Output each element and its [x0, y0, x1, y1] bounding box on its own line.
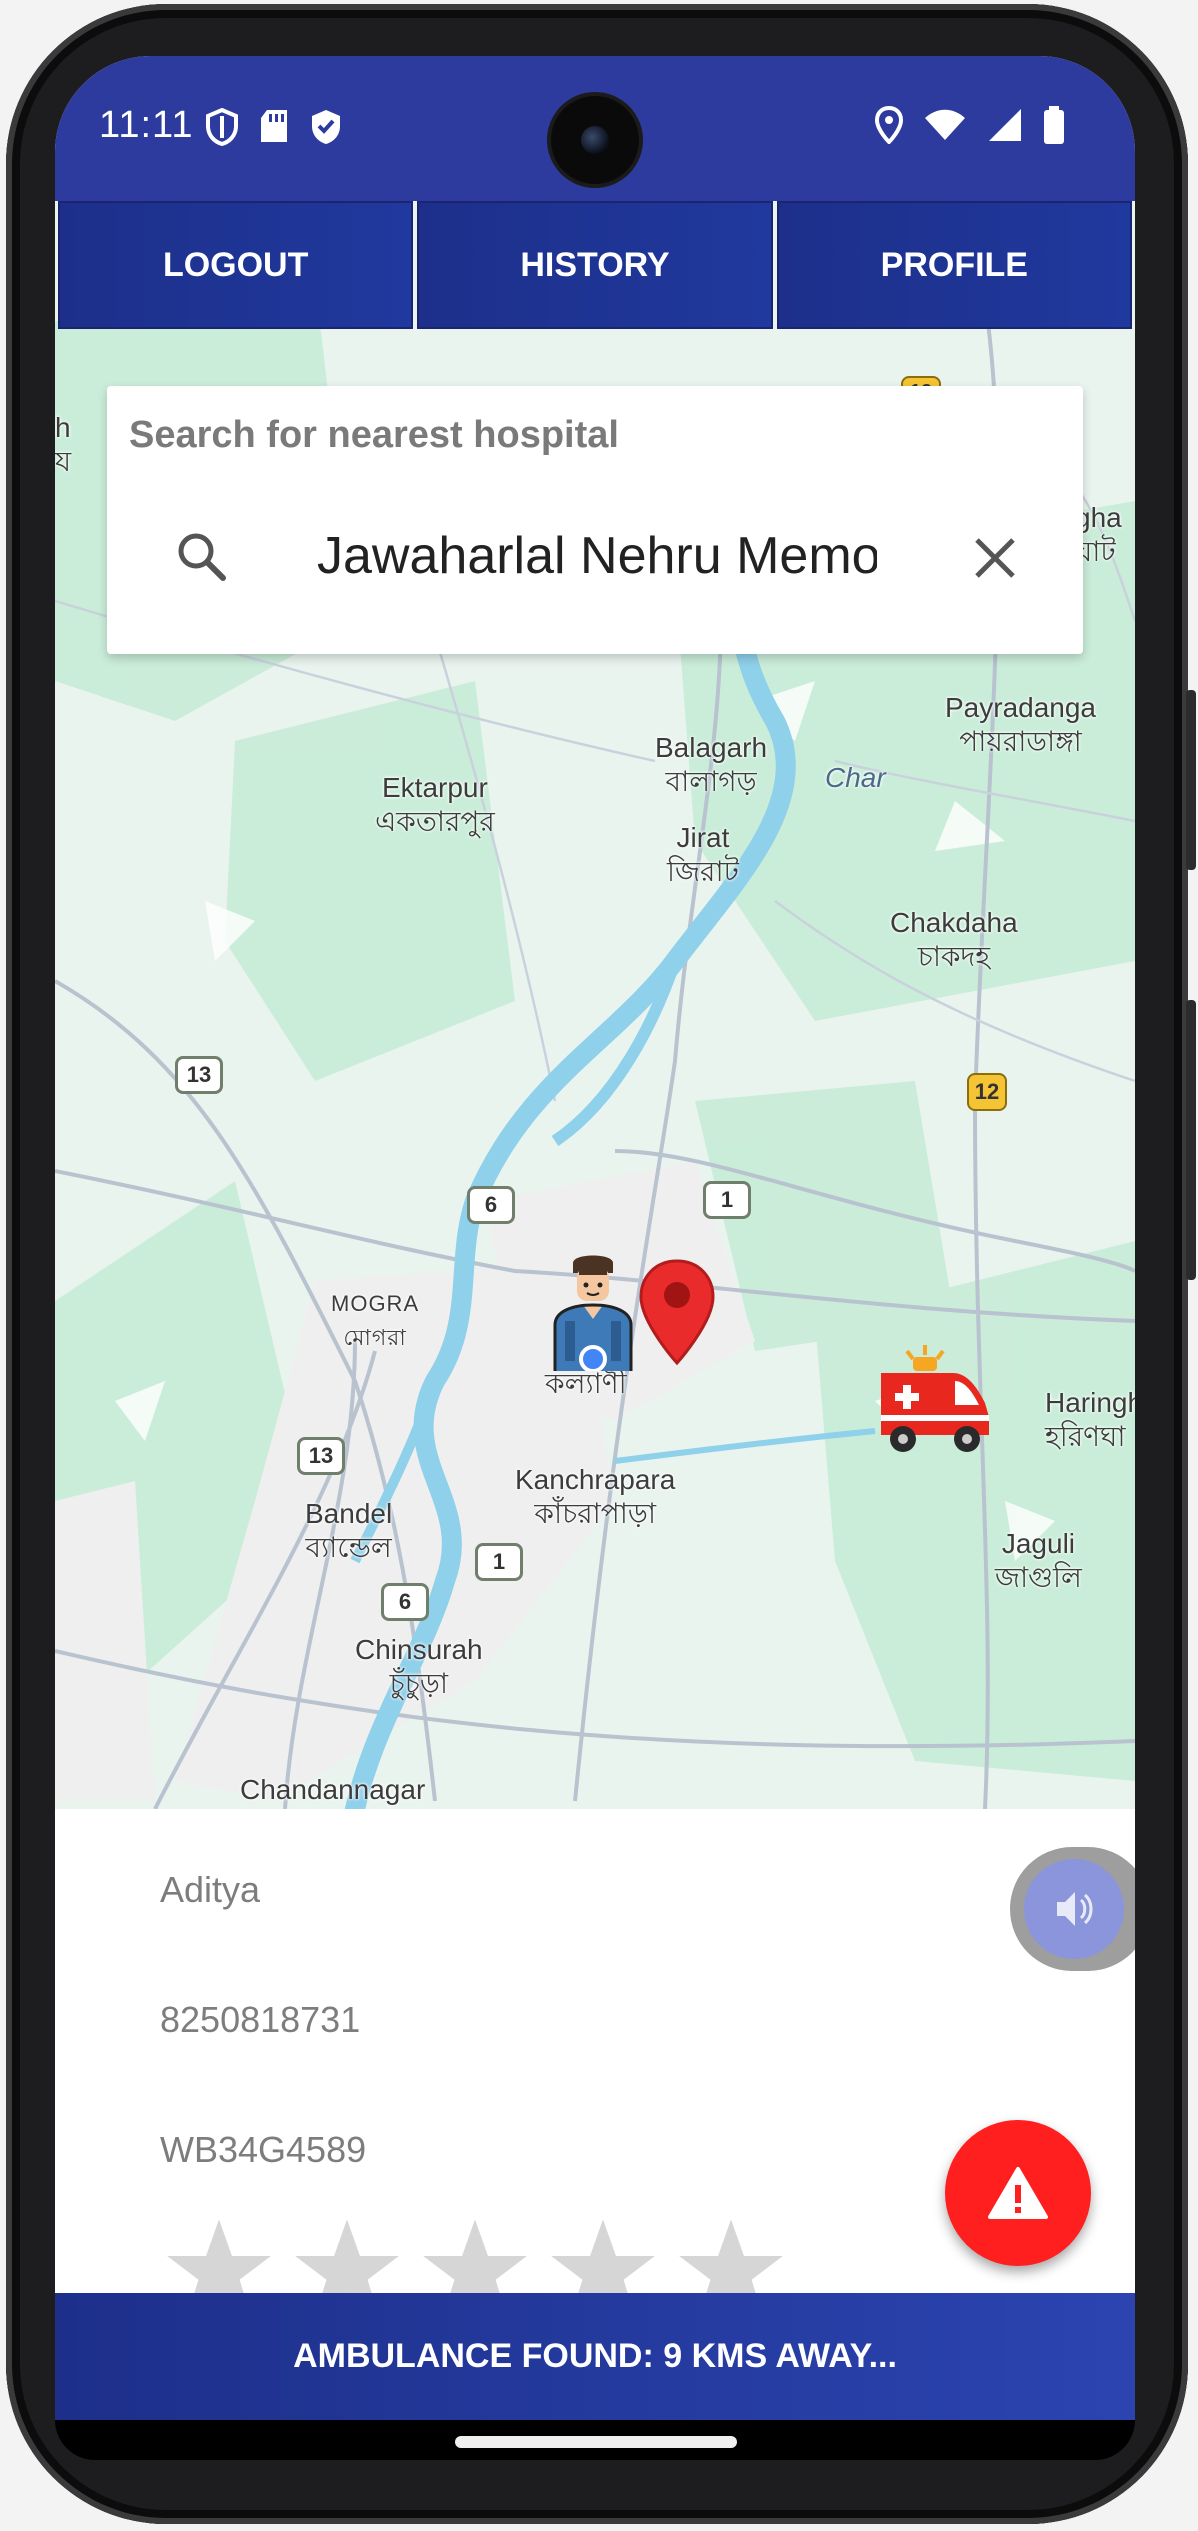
signal-icon: [989, 109, 1021, 141]
front-camera: [551, 96, 639, 184]
map-label-jirat: Jirat জিরাট: [667, 822, 739, 887]
shield-check-icon: [312, 110, 340, 144]
top-nav: LOGOUT HISTORY PROFILE: [58, 201, 1132, 329]
status-time: 11:11: [99, 104, 194, 146]
vehicle-number: WB34G4589: [160, 2129, 367, 2170]
map-label-char: Char: [825, 762, 886, 793]
speaker-toggle[interactable]: [1010, 1847, 1135, 1971]
home-indicator[interactable]: [455, 2436, 737, 2448]
map-label-kanchrapara: Kanchrapara কাঁচরাপাড়া: [515, 1464, 676, 1529]
ambulance-icon[interactable]: [875, 1343, 995, 1455]
route-shield: 13: [297, 1437, 345, 1475]
sd-card-icon: [261, 110, 287, 142]
hospital-search-card: Search for nearest hospital: [107, 386, 1083, 654]
status-bar: 11:11: [55, 56, 1135, 201]
history-button[interactable]: HISTORY: [417, 201, 773, 329]
map-label-payradanga: Payradanga পায়রাডাঙ্গা: [945, 692, 1097, 757]
power-button: [1186, 690, 1196, 870]
map-label-balagarh: Balagarh বালাগড়: [655, 732, 768, 797]
wifi-icon: [925, 109, 965, 140]
map-label-ektarpur: Ektarpur একতারপুর: [375, 772, 495, 837]
driver-phone: 8250818731: [160, 1999, 361, 2040]
warning-icon: [988, 2167, 1048, 2219]
hospital-search-input[interactable]: [317, 526, 877, 586]
route-shield: 1: [475, 1543, 523, 1581]
phone-frame: 11:11 13 6 1 12 13 6 1 h য gha ঘাট Ektar…: [0, 0, 1198, 2531]
destination-pin-icon[interactable]: [637, 1257, 717, 1367]
profile-button[interactable]: PROFILE: [776, 201, 1132, 329]
logout-button[interactable]: LOGOUT: [58, 201, 414, 329]
battery-icon: [1044, 106, 1064, 144]
map-label-haringhata: Haringh হরিণঘা: [1045, 1387, 1135, 1452]
route-shield: 6: [381, 1583, 429, 1621]
route-shield: 13: [175, 1056, 223, 1094]
map-label: hয: [55, 412, 72, 477]
app-screen: 11:11 13 6 1 12 13 6 1 h য gha ঘাট Ektar…: [55, 56, 1135, 2420]
map-label-bandel: Bandel ব্যান্ডেল: [305, 1498, 393, 1563]
map-label-chinsurah: Chinsurah চুঁচুড়া: [355, 1634, 483, 1699]
search-icon[interactable]: [175, 530, 229, 584]
shield-icon: [206, 108, 238, 146]
driver-info-panel: Aditya 8250818731 WB34G4589: [55, 1809, 1135, 2349]
volume-button: [1186, 1000, 1196, 1280]
location-icon: [875, 106, 903, 144]
search-title: Search for nearest hospital: [129, 414, 619, 456]
speaker-knob[interactable]: [1024, 1859, 1124, 1959]
route-shield: 1: [703, 1181, 751, 1219]
route-shield: 12: [967, 1073, 1007, 1111]
route-shield: 6: [467, 1186, 515, 1224]
driver-name: Aditya: [160, 1869, 261, 1910]
map-label-mogra: MOGRA মোগরা: [331, 1291, 420, 1350]
close-icon[interactable]: [973, 536, 1017, 580]
speaker-icon: [1057, 1892, 1093, 1926]
map-label-chandannagar: Chandannagar: [240, 1774, 426, 1805]
map-label-chakdaha: Chakdaha চাকদহ: [890, 907, 1018, 972]
map-label-jaguli: Jaguli জাগুলি: [995, 1528, 1082, 1593]
ambulance-status-bar: AMBULANCE FOUND: 9 KMS AWAY...: [55, 2293, 1135, 2420]
map-label-kalyani: কল্যাণী: [545, 1368, 627, 1399]
sos-alert-button[interactable]: [945, 2120, 1091, 2266]
user-marker-icon[interactable]: [543, 1253, 643, 1371]
